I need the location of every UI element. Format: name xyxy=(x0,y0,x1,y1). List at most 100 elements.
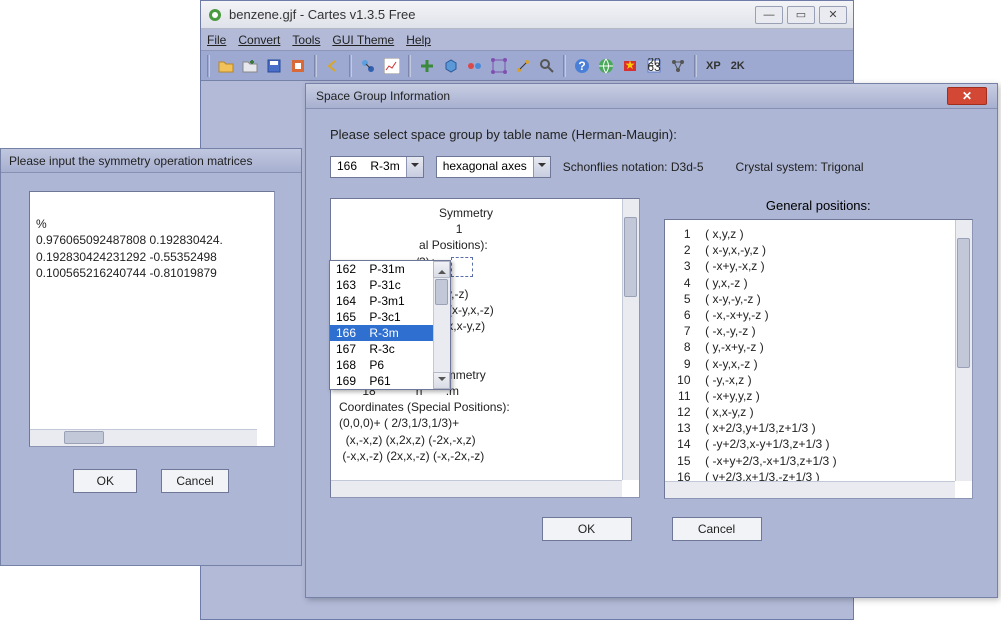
hscroll-track[interactable] xyxy=(665,481,956,498)
toolbar: ? ★ 2063 XP 2K xyxy=(201,51,853,81)
hscroll-thumb[interactable] xyxy=(64,431,104,444)
matrix-icon[interactable]: 2063 xyxy=(644,56,664,76)
general-position-row: 4 ( y,x,-z ) xyxy=(673,275,965,291)
add-icon[interactable] xyxy=(417,56,437,76)
dropdown-item[interactable]: 166 R-3m xyxy=(330,325,450,341)
dropdown-item[interactable]: 168 P6 xyxy=(330,357,450,373)
app-icon xyxy=(207,7,223,23)
menu-file[interactable]: File xyxy=(207,33,226,47)
svg-text:63: 63 xyxy=(647,60,661,74)
lattice-icon[interactable] xyxy=(489,56,509,76)
general-positions-list: 1 ( x,y,z )2 ( x-y,x,-y,z )3 ( -x+y,-x,z… xyxy=(673,226,965,499)
tool-xp[interactable]: XP xyxy=(703,60,724,72)
general-positions-box[interactable]: 1 ( x,y,z )2 ( x-y,x,-y,z )3 ( -x+y,-x,z… xyxy=(664,219,974,499)
flag-icon[interactable]: ★ xyxy=(620,56,640,76)
symmetry-dialog: Please input the symmetry operation matr… xyxy=(0,148,302,566)
axes-combo-value: hexagonal axes xyxy=(437,157,533,177)
close-button[interactable]: ✕ xyxy=(819,6,847,24)
stop-icon[interactable] xyxy=(288,56,308,76)
toolbar-sep xyxy=(207,55,210,77)
open-icon[interactable] xyxy=(216,56,236,76)
close-button[interactable]: ✕ xyxy=(947,87,987,105)
minimize-button[interactable]: — xyxy=(755,6,783,24)
dropdown-item[interactable]: 167 R-3c xyxy=(330,341,450,357)
space-group-dropdown-list[interactable]: 162 P-31m163 P-31c164 P-3m1165 P-3c1166 … xyxy=(329,260,451,390)
vscroll-thumb[interactable] xyxy=(435,279,448,305)
menubar: File Convert Tools GUI Theme Help xyxy=(201,29,853,51)
dropdown-item[interactable]: 162 P-31m xyxy=(330,261,450,277)
cancel-button[interactable]: Cancel xyxy=(161,469,228,493)
space-group-combo[interactable]: 166 R-3m xyxy=(330,156,424,178)
symmetry-dialog-body: % 0.976065092487808 0.192830424. 0.19283… xyxy=(1,173,301,511)
back-icon[interactable] xyxy=(323,56,343,76)
axes-combo[interactable]: hexagonal axes xyxy=(436,156,551,178)
space-group-prompt: Please select space group by table name … xyxy=(330,127,973,142)
vscroll-track[interactable] xyxy=(433,261,450,389)
window-title: benzene.gjf - Cartes v1.3.5 Free xyxy=(229,7,751,22)
help-icon[interactable]: ? xyxy=(572,56,592,76)
general-position-row: 5 ( x-y,-y,-z ) xyxy=(673,291,965,307)
general-position-row: 9 ( x-y,x,-z ) xyxy=(673,356,965,372)
save-icon[interactable] xyxy=(264,56,284,76)
chevron-down-icon[interactable] xyxy=(533,157,550,177)
titlebar[interactable]: benzene.gjf - Cartes v1.3.5 Free — ▭ ✕ xyxy=(201,1,853,29)
symmetry-matrix-input[interactable]: % 0.976065092487808 0.192830424. 0.19283… xyxy=(29,191,275,447)
symmetry-dialog-title[interactable]: Please input the symmetry operation matr… xyxy=(1,149,301,173)
general-position-row: 11 ( -x+y,y,z ) xyxy=(673,388,965,404)
general-position-row: 2 ( x-y,x,-y,z ) xyxy=(673,242,965,258)
atoms-icon[interactable] xyxy=(465,56,485,76)
menu-gui-theme[interactable]: GUI Theme xyxy=(332,33,394,47)
general-position-row: 15 ( -x+y+2/3,-x+1/3,z+1/3 ) xyxy=(673,453,965,469)
maximize-button[interactable]: ▭ xyxy=(787,6,815,24)
menu-tools[interactable]: Tools xyxy=(292,33,320,47)
general-positions-label: General positions: xyxy=(664,198,974,213)
space-group-buttons: OK Cancel xyxy=(330,517,973,541)
space-group-combo-value: 166 R-3m xyxy=(331,157,406,177)
menu-help[interactable]: Help xyxy=(406,33,431,47)
globe-icon[interactable] xyxy=(596,56,616,76)
tool-2k[interactable]: 2K xyxy=(728,60,748,72)
search-icon[interactable] xyxy=(537,56,557,76)
dropdown-item[interactable]: 165 P-3c1 xyxy=(330,309,450,325)
toolbar-sep xyxy=(408,55,411,77)
general-position-row: 1 ( x,y,z ) xyxy=(673,226,965,242)
space-group-selectors: 166 R-3m hexagonal axes Schonflies notat… xyxy=(330,156,973,178)
obscured-control xyxy=(451,257,473,277)
scroll-up-arrow[interactable] xyxy=(433,261,450,278)
space-group-title[interactable]: Space Group Information ✕ xyxy=(306,84,997,109)
general-position-row: 8 ( y,-x+y,-z ) xyxy=(673,339,965,355)
dropdown-item[interactable]: 169 P61 xyxy=(330,373,450,389)
toolbar-sep xyxy=(694,55,697,77)
vscroll-thumb[interactable] xyxy=(624,217,637,297)
ok-button[interactable]: OK xyxy=(542,517,632,541)
general-position-row: 7 ( -x,-y,-z ) xyxy=(673,323,965,339)
space-group-title-text: Space Group Information xyxy=(316,89,450,103)
vscroll-track[interactable] xyxy=(955,220,972,481)
general-position-row: 12 ( x,x-y,z ) xyxy=(673,404,965,420)
folder-plus-icon[interactable] xyxy=(240,56,260,76)
general-position-row: 3 ( -x+y,-x,z ) xyxy=(673,258,965,274)
symmetry-text-content: % 0.976065092487808 0.192830424. 0.19283… xyxy=(36,217,223,280)
chevron-down-icon[interactable] xyxy=(406,157,423,177)
bond-icon[interactable] xyxy=(513,56,533,76)
network-icon[interactable] xyxy=(668,56,688,76)
menu-convert[interactable]: Convert xyxy=(238,33,280,47)
toolbar-sep xyxy=(563,55,566,77)
symmetry-button-row: OK Cancel xyxy=(29,469,273,493)
plot-icon[interactable] xyxy=(382,56,402,76)
vscroll-track[interactable] xyxy=(622,199,639,480)
right-column: General positions: 1 ( x,y,z )2 ( x-y,x,… xyxy=(664,198,974,499)
svg-text:?: ? xyxy=(578,59,585,73)
hscroll-track[interactable] xyxy=(30,429,257,446)
dropdown-item[interactable]: 163 P-31c xyxy=(330,277,450,293)
general-position-row: 6 ( -x,-x+y,-z ) xyxy=(673,307,965,323)
ok-button[interactable]: OK xyxy=(73,469,137,493)
hscroll-track[interactable] xyxy=(331,480,622,497)
dropdown-item[interactable]: 164 P-3m1 xyxy=(330,293,450,309)
molecule-icon[interactable] xyxy=(358,56,378,76)
schonflies-notation: Schonflies notation: D3d-5 xyxy=(563,160,704,174)
cancel-button[interactable]: Cancel xyxy=(672,517,762,541)
cube-icon[interactable] xyxy=(441,56,461,76)
scroll-down-arrow[interactable] xyxy=(433,372,450,389)
vscroll-thumb[interactable] xyxy=(957,238,970,368)
